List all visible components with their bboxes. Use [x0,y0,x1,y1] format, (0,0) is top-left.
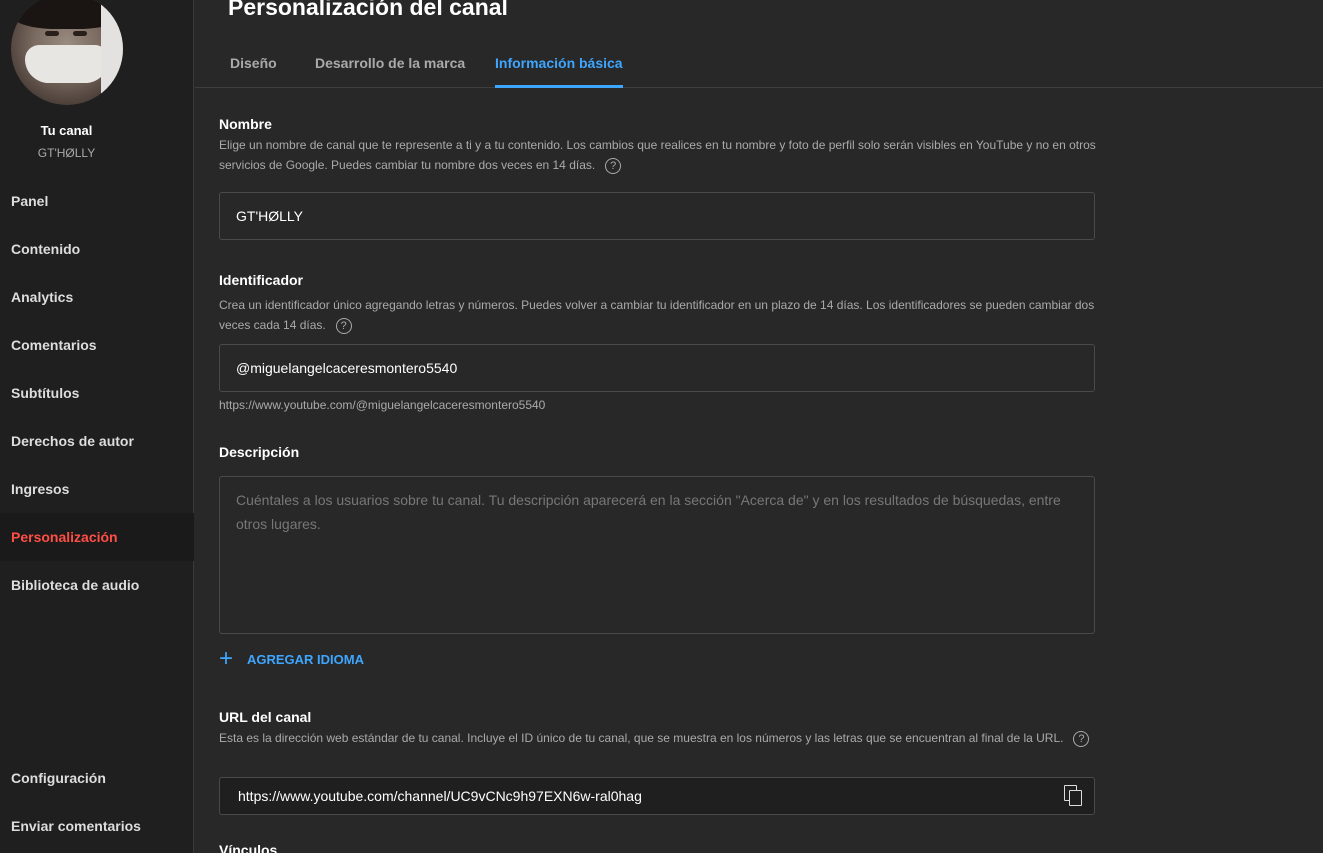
sidebar-item-comments[interactable]: Comentarios [0,321,194,369]
links-section-title: Vínculos [219,842,278,853]
name-help-body: Elige un nombre de canal que te represen… [219,138,1096,172]
handle-url[interactable]: https://www.youtube.com/@miguelangelcace… [219,398,545,412]
sidebar-item-earn[interactable]: Ingresos [0,465,194,513]
channel-name-value: GT'HØLLY [236,208,303,224]
channel-url-section-title: URL del canal [219,709,312,725]
description-section-title: Descripción [219,444,300,460]
channel-name: GT'HØLLY [37,146,96,160]
copy-icon[interactable] [1064,785,1084,807]
handle-value: @miguelangelcaceresmontero5540 [236,360,458,376]
tab-layout[interactable]: Diseño [230,40,277,88]
help-icon[interactable]: ? [605,157,622,174]
handle-input[interactable]: @miguelangelcaceresmontero5540 [219,344,1095,392]
sidebar: Tu canal GT'HØLLY Panel Contenido Analyt… [0,0,194,853]
channel-avatar[interactable] [11,0,123,105]
channel-name-input[interactable]: GT'HØLLY [219,192,1095,240]
name-help-text: Elige un nombre de canal que te represen… [219,135,1099,175]
channel-url-value[interactable]: https://www.youtube.com/channel/UC9vCNc9… [238,778,642,814]
page-title: Personalización del canal [228,0,508,20]
sidebar-item-copyright[interactable]: Derechos de autor [0,417,194,465]
your-channel-label[interactable]: Tu canal [0,123,133,138]
studio-app: Tu canal GT'HØLLY Panel Contenido Analyt… [0,0,1323,853]
tab-branding[interactable]: Desarrollo de la marca [315,40,465,88]
name-section-title: Nombre [219,116,272,132]
tab-bar: Diseño Desarrollo de la marca Informació… [195,40,1323,88]
sidebar-item-subtitles[interactable]: Subtítulos [0,369,194,417]
help-icon[interactable]: ? [335,317,352,334]
channel-url-field: https://www.youtube.com/channel/UC9vCNc9… [219,777,1095,815]
add-language-button[interactable]: + AGREGAR IDIOMA [219,645,364,672]
sidebar-item-customization[interactable]: Personalización [0,513,194,561]
main-content: Personalización del canal Diseño Desarro… [195,0,1323,853]
handle-section-title: Identificador [219,272,304,288]
description-textarea[interactable]: Cuéntales a los usuarios sobre tu canal.… [219,476,1095,634]
plus-icon: + [219,645,234,672]
sidebar-item-send-feedback[interactable]: Enviar comentarios [0,802,194,850]
help-icon[interactable]: ? [1073,730,1090,747]
sidebar-item-audio-library[interactable]: Biblioteca de audio [0,561,194,609]
channel-url-help-text: Esta es la dirección web estándar de tu … [219,728,1099,748]
sidebar-item-analytics[interactable]: Analytics [0,273,194,321]
channel-url-help-body: Esta es la dirección web estándar de tu … [219,731,1064,745]
add-language-label: AGREGAR IDIOMA [247,651,364,667]
sidebar-item-settings[interactable]: Configuración [0,754,194,802]
tab-basic-info[interactable]: Información básica [495,40,623,88]
description-placeholder: Cuéntales a los usuarios sobre tu canal.… [236,492,1061,532]
sidebar-item-panel[interactable]: Panel [0,177,194,225]
handle-help-text: Crea un identificador único agregando le… [219,295,1099,335]
sidebar-item-content[interactable]: Contenido [0,225,194,273]
